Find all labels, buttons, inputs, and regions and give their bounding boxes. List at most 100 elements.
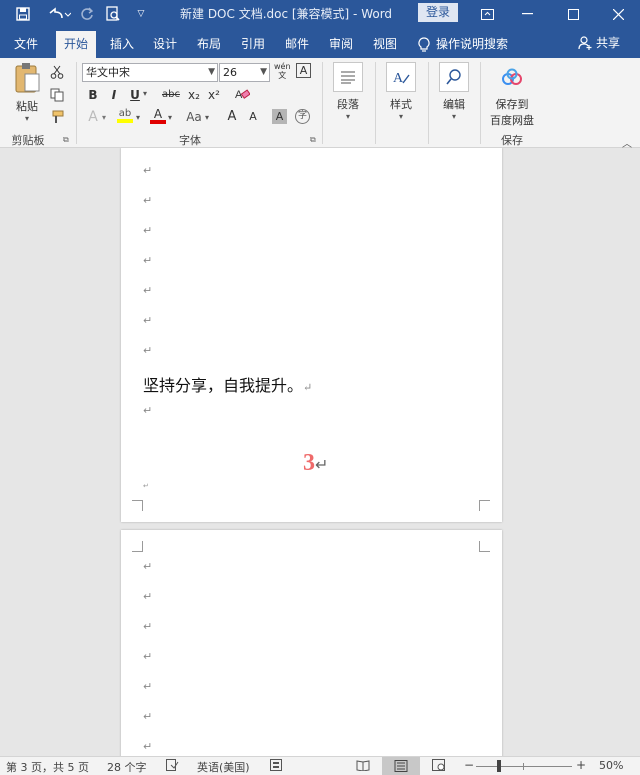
font-color-button[interactable]: A bbox=[150, 108, 166, 124]
char-shading-button[interactable]: A bbox=[272, 109, 287, 124]
paste-button[interactable]: 粘贴 ▾ bbox=[10, 62, 44, 123]
highlight-dropdown-icon[interactable]: ▾ bbox=[136, 113, 140, 122]
paragraph-mark: ↵ bbox=[143, 164, 153, 177]
zoom-level[interactable]: 50% bbox=[599, 759, 623, 772]
char-border-button[interactable]: A bbox=[296, 63, 311, 78]
shrink-font-button[interactable]: A bbox=[246, 108, 260, 126]
undo-icon[interactable] bbox=[44, 4, 74, 24]
clipboard-group-label: 剪贴板 bbox=[11, 134, 45, 147]
paragraph-mark: ↵ bbox=[143, 590, 153, 603]
phonetic-guide-button[interactable]: wén 文 bbox=[274, 62, 291, 80]
close-icon[interactable] bbox=[603, 0, 633, 28]
change-case-dropdown-icon[interactable]: ▾ bbox=[205, 113, 209, 122]
word-count[interactable]: 28 个字 bbox=[107, 759, 147, 775]
paragraph-mark: ↵ bbox=[143, 560, 153, 573]
font-name-combo[interactable]: 华文中宋 ▼ bbox=[82, 63, 218, 82]
page-number-footer[interactable]: 3↵ bbox=[303, 450, 328, 477]
styles-icon: A bbox=[386, 62, 416, 92]
enclose-chars-button[interactable]: 字 bbox=[295, 109, 310, 124]
editing-button[interactable]: 编辑 ▾ bbox=[436, 62, 472, 121]
macro-record-icon[interactable] bbox=[270, 759, 282, 774]
page[interactable]: ↵ ↵ ↵ ↵ ↵ ↵ ↵ 坚持分享，自我提升。↵ ↵ 3↵ ↵ bbox=[121, 148, 502, 522]
tab-view[interactable]: 视图 bbox=[365, 31, 405, 58]
strikethrough-button[interactable]: abc bbox=[158, 86, 184, 104]
underline-button[interactable]: U bbox=[128, 86, 142, 104]
font-color-dropdown-icon[interactable]: ▾ bbox=[168, 113, 172, 122]
text-effects-button[interactable]: A bbox=[85, 108, 101, 126]
separator bbox=[375, 62, 376, 144]
status-bar: 第 3 页，共 5 页 28 个字 英语(美国) − + 50% bbox=[0, 756, 640, 775]
proofing-icon[interactable] bbox=[166, 759, 179, 774]
clear-format-icon[interactable]: A bbox=[234, 86, 251, 106]
zoom-slider-thumb[interactable] bbox=[497, 760, 501, 772]
page-number: 3 bbox=[303, 450, 315, 476]
zoom-slider[interactable] bbox=[476, 766, 572, 767]
subscript-button[interactable]: x₂ bbox=[186, 86, 202, 104]
save-to-label-2: 百度网盘 bbox=[490, 114, 534, 127]
maximize-icon[interactable] bbox=[558, 0, 588, 28]
paragraph-button[interactable]: 段落 ▾ bbox=[330, 62, 366, 121]
tab-file[interactable]: 文件 bbox=[6, 31, 46, 58]
tab-mailings[interactable]: 邮件 bbox=[277, 31, 317, 58]
highlight-button[interactable]: ab bbox=[117, 108, 133, 123]
customize-icon[interactable]: ▽ bbox=[130, 4, 152, 24]
language[interactable]: 英语(美国) bbox=[197, 759, 250, 775]
clipboard-launcher-icon[interactable]: ⧉ bbox=[63, 135, 69, 145]
page[interactable]: ↵ ↵ ↵ ↵ ↵ ↵ ↵ bbox=[121, 530, 502, 756]
underline-dropdown-icon[interactable]: ▾ bbox=[143, 89, 147, 98]
document-area[interactable]: ↵ ↵ ↵ ↵ ↵ ↵ ↵ 坚持分享，自我提升。↵ ↵ 3↵ ↵ ↵ ↵ ↵ ↵… bbox=[0, 148, 640, 756]
zoom-out-button[interactable]: − bbox=[464, 758, 474, 772]
print-layout-icon[interactable] bbox=[382, 757, 420, 775]
styles-button[interactable]: A 样式 ▾ bbox=[383, 62, 419, 121]
paste-dropdown-icon[interactable]: ▾ bbox=[10, 114, 44, 123]
bold-button[interactable]: B bbox=[86, 86, 100, 104]
body-text-line[interactable]: 坚持分享，自我提升。↵ bbox=[143, 372, 312, 396]
change-case-button[interactable]: Aa bbox=[184, 108, 204, 126]
separator bbox=[480, 62, 481, 144]
person-icon bbox=[578, 35, 592, 50]
tell-me-search[interactable]: 操作说明搜索 bbox=[418, 31, 528, 58]
web-layout-icon[interactable] bbox=[432, 759, 446, 774]
font-group-label: 字体 bbox=[179, 134, 201, 147]
tab-insert[interactable]: 插入 bbox=[102, 31, 142, 58]
share-button[interactable]: 共享 bbox=[578, 34, 620, 51]
save-icon[interactable] bbox=[12, 4, 34, 24]
page-info[interactable]: 第 3 页，共 5 页 bbox=[6, 759, 89, 775]
save-to-label-1: 保存到 bbox=[495, 98, 529, 111]
lightbulb-icon bbox=[418, 36, 430, 52]
tab-review[interactable]: 审阅 bbox=[321, 31, 361, 58]
login-button[interactable]: 登录 bbox=[418, 3, 458, 22]
separator bbox=[322, 62, 323, 144]
margin-corner bbox=[132, 500, 143, 511]
tab-references[interactable]: 引用 bbox=[233, 31, 273, 58]
paragraph-mark: ↵ bbox=[143, 224, 153, 237]
format-painter-icon[interactable] bbox=[50, 109, 64, 128]
font-launcher-icon[interactable]: ⧉ bbox=[310, 135, 316, 145]
save-to-baidu-button[interactable]: 保存到 百度网盘 bbox=[484, 62, 540, 128]
paragraph-mark: ↵ bbox=[143, 284, 153, 297]
tab-home[interactable]: 开始 bbox=[56, 31, 96, 58]
superscript-button[interactable]: x² bbox=[206, 86, 222, 104]
grow-font-button[interactable]: A bbox=[225, 108, 239, 126]
highlighter-icon: ab bbox=[118, 108, 132, 119]
tab-layout[interactable]: 布局 bbox=[189, 31, 229, 58]
redo-icon[interactable] bbox=[76, 4, 98, 24]
text-effects-dropdown-icon[interactable]: ▾ bbox=[102, 113, 106, 122]
highlight-color-swatch bbox=[117, 119, 133, 123]
print-preview-icon[interactable] bbox=[102, 4, 124, 24]
minimize-icon[interactable] bbox=[512, 0, 542, 28]
document-title: 新建 DOC 文档.doc [兼容模式] - Word bbox=[180, 7, 393, 21]
search-icon bbox=[439, 62, 469, 92]
cut-icon[interactable] bbox=[50, 64, 64, 83]
tab-design[interactable]: 设计 bbox=[145, 31, 185, 58]
body-text: 坚持分享，自我提升。 bbox=[143, 376, 304, 395]
font-size-value: 26 bbox=[223, 66, 237, 79]
italic-button[interactable]: I bbox=[107, 86, 121, 104]
read-mode-icon[interactable] bbox=[356, 759, 370, 774]
separator bbox=[428, 62, 429, 144]
ribbon-display-icon[interactable] bbox=[472, 0, 502, 28]
zoom-in-button[interactable]: + bbox=[576, 758, 586, 772]
font-size-combo[interactable]: 26 ▼ bbox=[219, 63, 270, 82]
editing-label: 编辑 bbox=[443, 98, 465, 111]
copy-icon[interactable] bbox=[50, 87, 64, 106]
